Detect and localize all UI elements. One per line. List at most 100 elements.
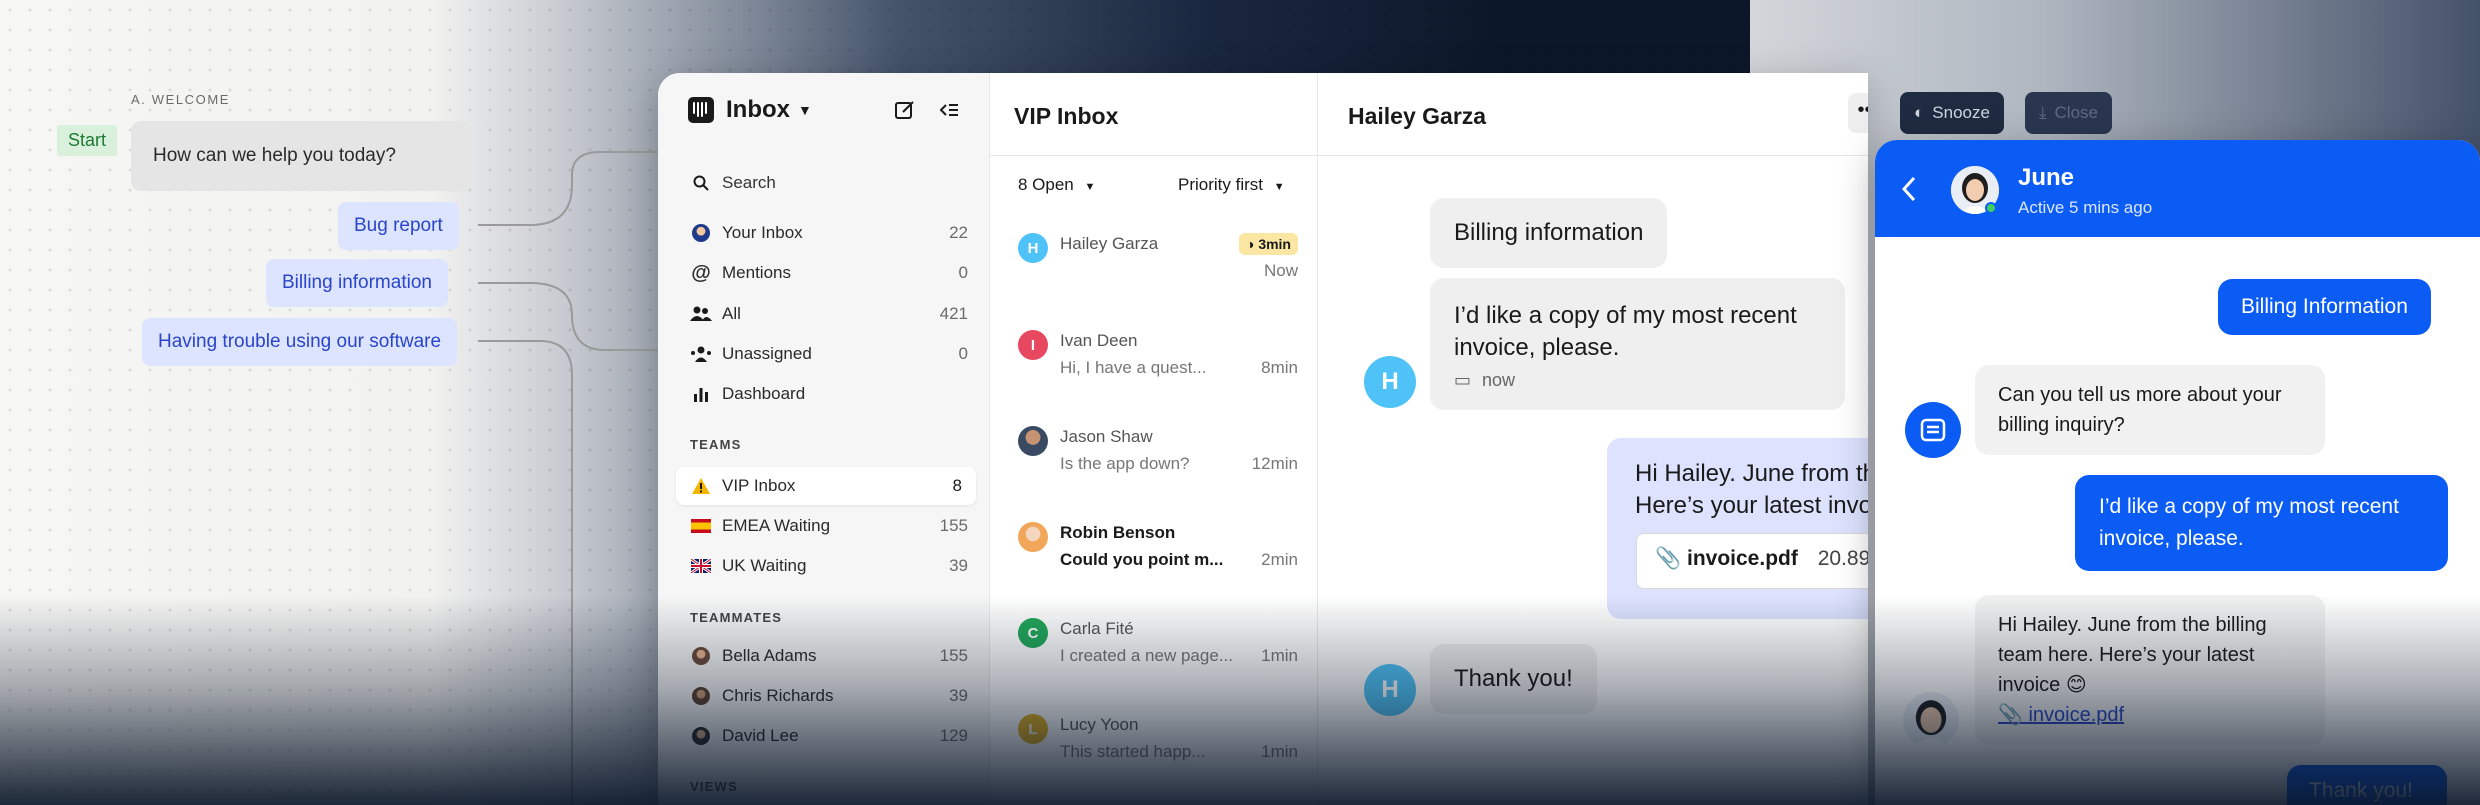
workflow-option-bug-report[interactable]: Bug report (338, 202, 459, 250)
open-filter-dropdown[interactable]: 8 Open ▼ (1018, 175, 1095, 195)
workflow-step-label: A. WELCOME (131, 92, 231, 107)
inbox-switcher[interactable]: Inbox ▼ (688, 96, 812, 124)
unassigned-icon (690, 343, 712, 365)
search-placeholder: Search (722, 173, 776, 192)
bot-avatar-icon (1905, 402, 1961, 458)
sidebar-item-uk-waiting[interactable]: UK Waiting 39 (690, 551, 968, 581)
sidebar-item-your-inbox[interactable]: Your Inbox 22 (690, 218, 968, 248)
avatar (690, 685, 712, 707)
messenger-widget: June Active 5 mins ago Billing Informati… (1875, 140, 2480, 805)
sidebar-item-all[interactable]: All 421 (690, 299, 968, 329)
at-icon: @ (691, 261, 711, 284)
intercom-logo-icon (688, 97, 714, 123)
sidebar-item-emea-waiting[interactable]: EMEA Waiting 155 (690, 511, 968, 541)
inbox-sidebar: Inbox ▼ Search Your Inbox 22 @ Mentions … (658, 73, 990, 805)
paperclip-icon: 📎 (1998, 704, 2023, 726)
attachment-link[interactable]: 📎 invoice.pdf (1998, 700, 2302, 730)
conversation-list-title: VIP Inbox (1014, 103, 1119, 129)
search-icon (690, 172, 712, 194)
sidebar-item-david-lee[interactable]: David Lee 129 (690, 721, 968, 751)
messenger-agent-message: Hi Hailey. June from the billing team he… (1975, 595, 2325, 745)
spain-flag-icon (690, 515, 712, 537)
avatar (690, 725, 712, 747)
teams-heading: TEAMS (690, 437, 742, 452)
conversation-name: Carla Fité (1060, 619, 1134, 638)
message-bubble-thanks: Thank you! (1430, 644, 1597, 714)
sidebar-item-label: All (722, 304, 741, 323)
messenger-header: June Active 5 mins ago (1875, 140, 2480, 237)
sidebar-item-unassigned[interactable]: Unassigned 0 (690, 339, 968, 369)
message-bubble-topic: Billing information (1430, 198, 1668, 268)
inbox-app-window: Inbox ▼ Search Your Inbox 22 @ Mentions … (658, 73, 1868, 805)
collapse-sidebar-icon[interactable] (938, 99, 960, 126)
sidebar-item-label: Mentions (722, 263, 791, 282)
sidebar-item-label: EMEA Waiting (722, 516, 831, 535)
message-text: I’d like a copy of my most recent invoic… (1454, 302, 1797, 361)
conversation-time: 8min (1261, 358, 1298, 377)
avatar (1903, 692, 1959, 748)
conversation-time: 12min (1251, 454, 1298, 473)
conversation-preview: This started happ... (1060, 742, 1206, 761)
sidebar-title: Inbox (726, 96, 790, 123)
warning-icon (690, 475, 712, 497)
attachment-card[interactable]: 📎 invoice.pdf 20.89 KB (1636, 533, 1868, 589)
avatar: H (1364, 664, 1416, 716)
avatar: L (1018, 714, 1048, 744)
chevron-down-icon: ▼ (1084, 181, 1096, 193)
snooze-button[interactable]: ◐ Snooze (1900, 92, 2004, 134)
compose-icon[interactable] (894, 99, 916, 126)
avatar-icon (690, 222, 712, 244)
sidebar-item-count: 155 (939, 516, 968, 535)
conversation-time: 2min (1261, 550, 1298, 569)
workflow-start-badge: Start (57, 125, 118, 156)
back-icon[interactable] (1901, 176, 1917, 207)
views-heading: VIEWS (690, 779, 738, 794)
conversation-panel: Hailey Garza ••• Billing information I’d… (1318, 73, 1868, 805)
sidebar-item-count: 155 (939, 646, 968, 665)
messenger-user-message: Billing Information (2218, 279, 2431, 335)
sidebar-item-chris-richards[interactable]: Chris Richards 39 (690, 681, 968, 711)
sidebar-item-mentions[interactable]: @ Mentions 0 (690, 258, 968, 288)
sidebar-item-bella-adams[interactable]: Bella Adams 155 (690, 641, 968, 671)
sidebar-item-label: VIP Inbox (722, 476, 796, 495)
sidebar-item-count: 39 (949, 556, 968, 575)
avatar (690, 645, 712, 667)
sidebar-item-count: 129 (939, 726, 968, 745)
avatar: H (1018, 233, 1048, 263)
divider (1318, 155, 1868, 156)
agent-status: Active 5 mins ago (2018, 198, 2153, 217)
sidebar-item-dashboard[interactable]: Dashboard (690, 379, 968, 409)
close-button[interactable]: ⤓ Close (2025, 92, 2112, 134)
attachment-size: 20.89 KB (1817, 547, 1868, 570)
conversation-name: Hailey Garza (1060, 234, 1159, 253)
people-icon (690, 303, 712, 325)
workflow-question-bubble[interactable]: How can we help you today? (131, 121, 472, 191)
message-bubble-request: I’d like a copy of my most recent invoic… (1430, 278, 1845, 410)
moon-icon: ◐ (1914, 103, 1925, 122)
messenger-user-message: I’d like a copy of my most recent invoic… (2075, 475, 2448, 571)
sort-dropdown[interactable]: Priority first ▼ (1178, 175, 1285, 195)
clock-icon: ◑ (1245, 236, 1259, 252)
conversation-name: Robin Benson (1060, 523, 1176, 542)
online-status-dot (1985, 202, 1997, 214)
uk-flag-icon (690, 555, 712, 577)
workflow-option-billing[interactable]: Billing information (266, 259, 448, 307)
conversation-preview: Could you point m... (1060, 550, 1224, 569)
attachment-name: invoice.pdf (1687, 547, 1798, 570)
sidebar-item-count: 0 (958, 344, 968, 363)
sidebar-item-label: UK Waiting (722, 556, 807, 575)
message-text: Hi Hailey. June from th (1635, 460, 1868, 487)
workflow-option-trouble[interactable]: Having trouble using our software (142, 318, 458, 366)
sla-badge: ◑ 3min (1238, 233, 1298, 255)
sidebar-item-count: 0 (958, 263, 968, 282)
sidebar-item-vip-inbox[interactable]: VIP Inbox 8 (676, 467, 976, 505)
sort-label: Priority first (1178, 175, 1263, 194)
sidebar-item-label: Dashboard (722, 384, 806, 403)
open-filter-label: 8 Open (1018, 175, 1074, 194)
more-options-button[interactable]: ••• (1848, 93, 1868, 133)
conversation-name: Lucy Yoon (1060, 715, 1139, 734)
conversation-time: 1min (1261, 742, 1298, 761)
sidebar-search[interactable]: Search (690, 168, 968, 198)
sidebar-item-count: 421 (939, 304, 968, 323)
avatar: C (1018, 618, 1048, 648)
